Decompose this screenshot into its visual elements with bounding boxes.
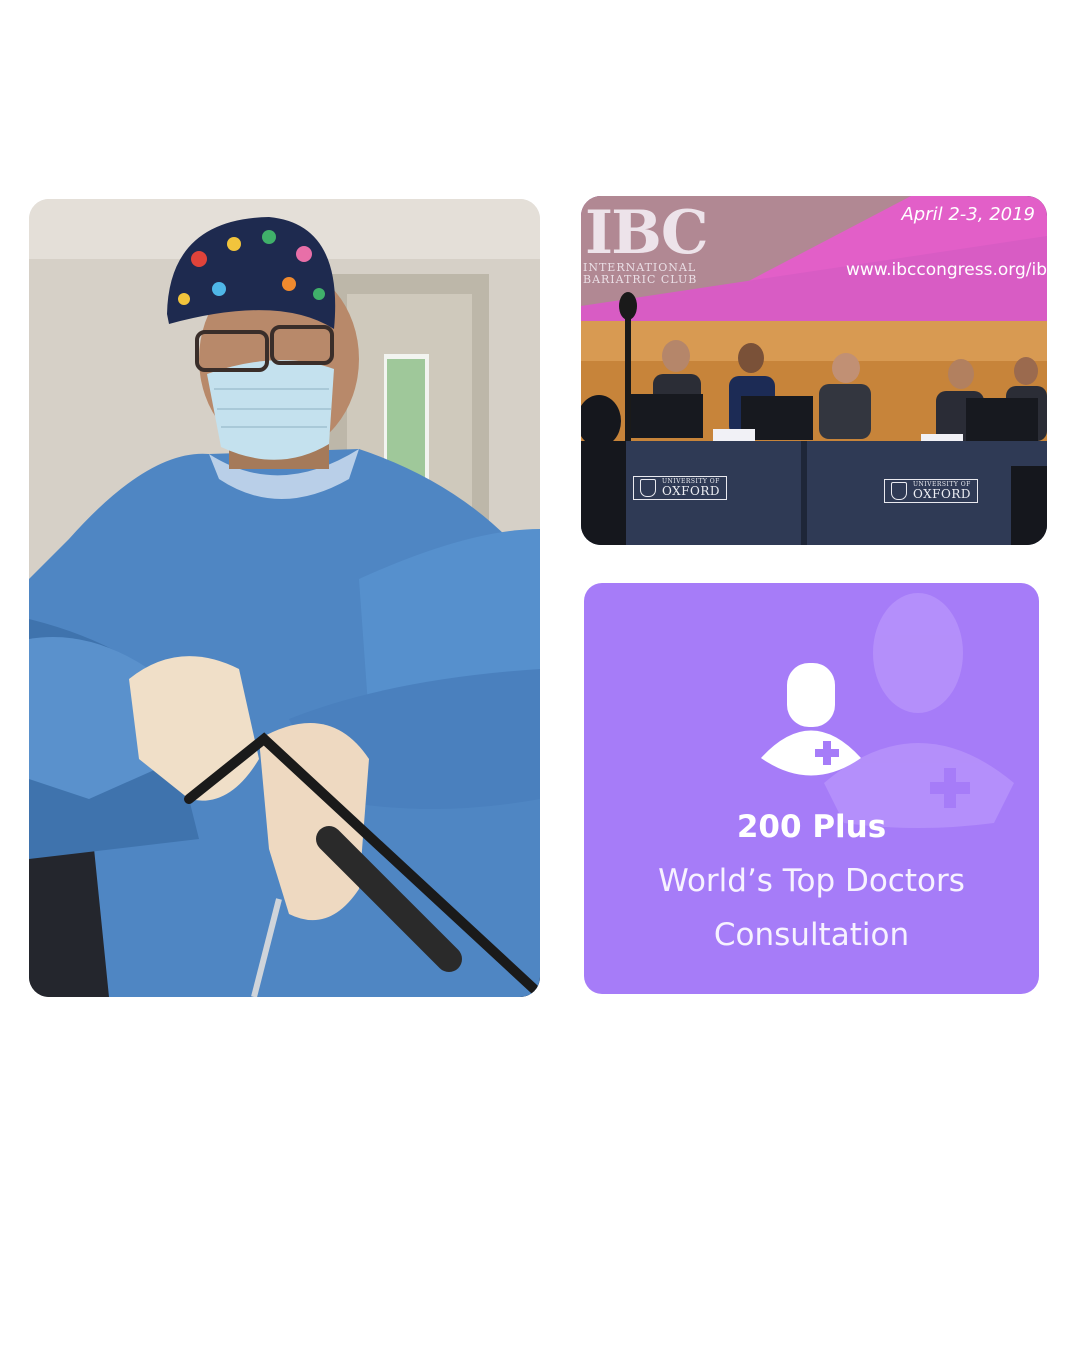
oxford-sign-big-text: OXFORD — [662, 484, 720, 498]
banner-url: www.ibccongress.org/ib — [845, 260, 1047, 280]
oxford-sign-big-text: OXFORD — [913, 487, 971, 501]
ibc-logo-text: IBC — [585, 198, 709, 268]
oxford-table-sign: UNIVERSITY OF OXFORD — [633, 476, 727, 500]
oxford-table-sign: UNIVERSITY OF OXFORD — [884, 479, 978, 503]
stat-label-line1: World’s Top Doctors — [658, 863, 965, 899]
ibc-logo-subtitle: INTERNATIONAL BARIATRIC CLUB — [583, 262, 697, 286]
conference-photo: IBC INTERNATIONAL BARIATRIC CLUB April 2… — [581, 196, 1047, 545]
oxford-seal-icon — [891, 482, 907, 500]
surgeon-illustration — [29, 199, 540, 997]
doctor-user-plus-icon — [761, 663, 861, 776]
stat-value: 200 Plus — [736, 809, 887, 845]
stats-card: 200 Plus World’s Top Doctors Consultatio… — [584, 583, 1039, 994]
oxford-seal-icon — [640, 479, 656, 497]
surgeon-photo — [29, 199, 540, 997]
banner-date: April 2-3, 2019 — [901, 204, 1035, 225]
ibc-subtitle-line2: BARIATRIC CLUB — [583, 273, 698, 286]
stat-label-line2: Consultation — [713, 917, 910, 953]
